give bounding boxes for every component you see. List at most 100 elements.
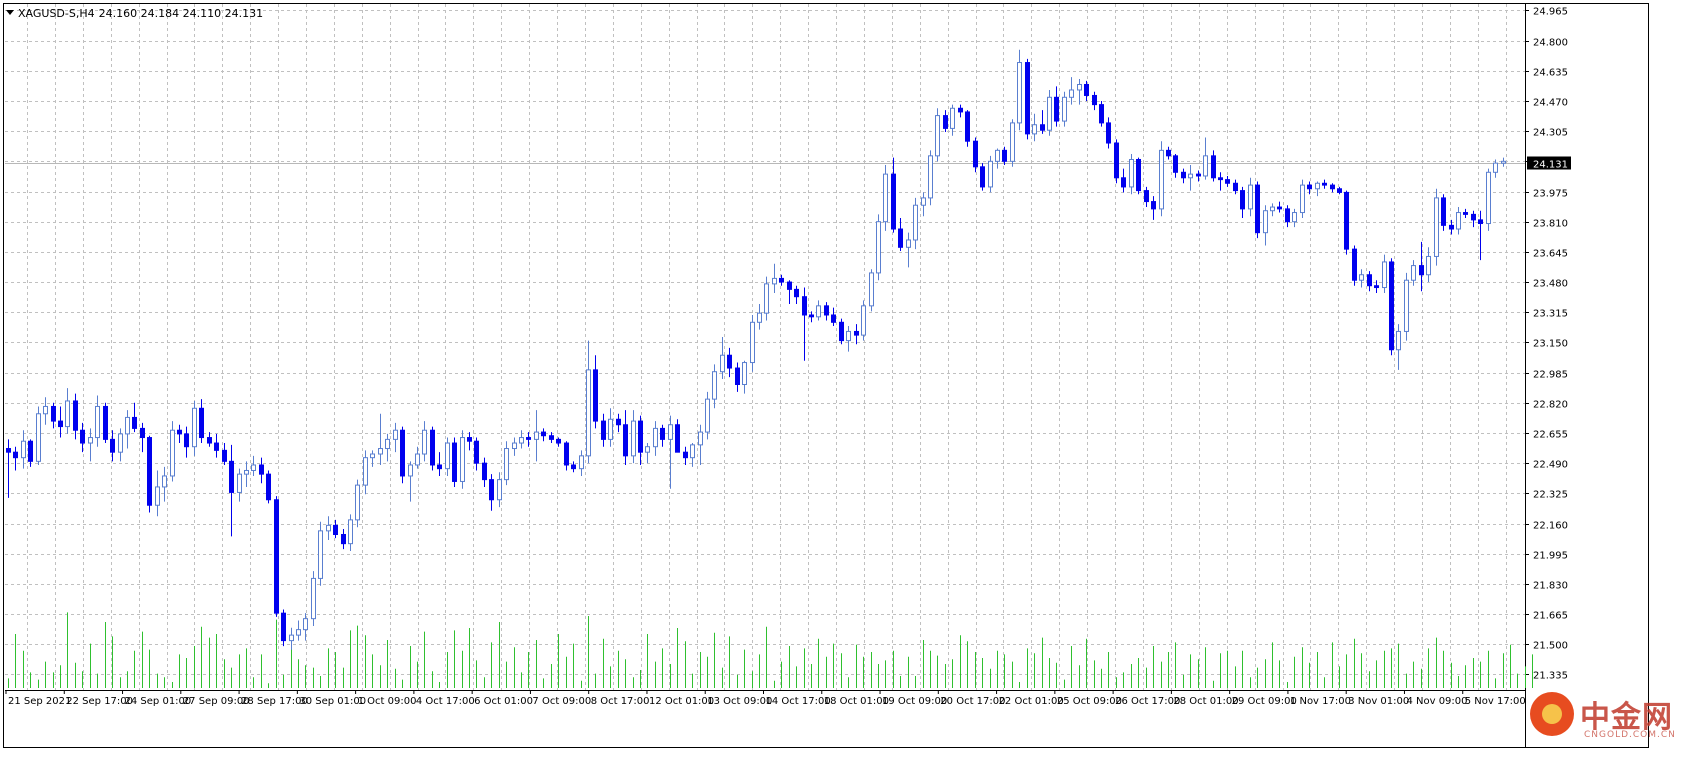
candle-body <box>266 473 271 501</box>
y-tick-label: 24.305 <box>1533 128 1568 139</box>
chart-header: XAGUSD-S,H4 24.160 24.184 24.110 24.131 <box>6 7 263 20</box>
x-tick-label: 24 Sep 01:00 <box>125 696 192 707</box>
candle-body <box>1486 171 1491 225</box>
x-tick-label: 1 Oct 09:00 <box>358 696 417 707</box>
candle-body <box>698 431 703 446</box>
y-tick-label: 21.830 <box>1533 581 1568 592</box>
candle-body <box>474 440 479 464</box>
candle-body <box>1025 62 1030 135</box>
candle-body <box>1426 255 1431 276</box>
candle-body <box>1277 206 1282 210</box>
x-tick-label: 13 Oct 09:00 <box>707 696 772 707</box>
y-tick-label: 21.995 <box>1533 551 1568 562</box>
candle-body <box>824 305 829 316</box>
candle-body <box>437 464 442 470</box>
x-tick-label: 3 Nov 01:00 <box>1348 696 1409 707</box>
candle-body <box>1501 160 1506 164</box>
y-tick-label: 23.645 <box>1533 249 1568 260</box>
candle-body <box>1270 206 1275 212</box>
candle-body <box>207 437 212 444</box>
candle-body <box>1248 184 1253 210</box>
candle-body <box>1478 219 1483 225</box>
candle-body <box>1419 265 1424 276</box>
candle-body <box>1300 184 1305 214</box>
candle-body <box>244 469 249 475</box>
x-tick-label: 19 Oct 09:00 <box>882 696 947 707</box>
candle-body <box>1396 330 1401 351</box>
y-tick-label: 22.490 <box>1533 460 1568 471</box>
chart-canvas[interactable]: 24.96524.80024.63524.47024.30524.14023.9… <box>0 0 1685 766</box>
y-tick-label: 23.480 <box>1533 279 1568 290</box>
candle-body <box>1352 248 1357 281</box>
x-tick-label: 27 Sep 09:00 <box>183 696 250 707</box>
y-tick-label: 22.160 <box>1533 521 1568 532</box>
candle-body <box>683 451 688 459</box>
candle-body <box>296 629 301 636</box>
candle-body <box>787 281 792 290</box>
x-tick-label: 21 Sep 2021 <box>8 696 71 707</box>
candle-body <box>526 437 531 440</box>
x-tick-label: 22 Oct 01:00 <box>999 696 1064 707</box>
candle-body <box>36 413 41 462</box>
candle-body <box>95 405 100 439</box>
x-tick-label: 4 Oct 17:00 <box>416 696 475 707</box>
candle-body <box>1121 177 1126 188</box>
candle-body <box>192 407 197 448</box>
candle-body <box>1263 210 1268 234</box>
x-tick-label: 18 Oct 01:00 <box>824 696 889 707</box>
y-tick-label: 24.800 <box>1533 38 1568 49</box>
candle-body <box>1106 122 1111 144</box>
candle-body <box>593 369 598 422</box>
candle-body <box>883 173 888 223</box>
candle-body <box>1047 96 1052 131</box>
candle-body <box>1099 104 1104 124</box>
candle-body <box>556 438 561 444</box>
candle-body <box>311 577 316 620</box>
x-tick-label: 6 Oct 01:00 <box>474 696 533 707</box>
candle-body <box>735 367 740 386</box>
x-tick-label: 29 Oct 09:00 <box>1232 696 1297 707</box>
x-tick-label: 22 Sep 17:00 <box>66 696 133 707</box>
candle-body <box>608 418 613 440</box>
candle-body <box>1062 96 1067 122</box>
candle-body <box>21 440 26 459</box>
candle-body <box>318 530 323 579</box>
candle-body <box>348 519 353 545</box>
candle-body <box>973 140 978 168</box>
candle-body <box>43 405 48 415</box>
candle-body <box>132 416 137 429</box>
candle-body <box>1069 89 1074 98</box>
candle-body <box>430 429 435 466</box>
candle-body <box>400 429 405 477</box>
candle-body <box>549 435 554 440</box>
candle-body <box>1240 190 1245 210</box>
x-tick-label: 8 Oct 17:00 <box>591 696 650 707</box>
candle-body <box>534 431 539 440</box>
candle-body <box>1159 149 1164 210</box>
candle-body <box>779 277 784 283</box>
candle-body <box>750 321 755 364</box>
candle-body <box>757 312 762 323</box>
chart-window[interactable]: 24.96524.80024.63524.47024.30524.14023.9… <box>0 0 1685 766</box>
y-tick-label: 21.665 <box>1533 611 1568 622</box>
candle-body <box>995 149 1000 162</box>
candle-body <box>1359 274 1364 281</box>
candle-body <box>794 288 799 298</box>
x-tick-label: 5 Nov 17:00 <box>1465 696 1526 707</box>
candle-body <box>393 429 398 440</box>
x-tick-label: 14 Oct 17:00 <box>766 696 831 707</box>
candle-body <box>913 204 918 241</box>
candle-body <box>1002 149 1007 162</box>
candle-body <box>162 475 167 488</box>
candle-body <box>564 442 569 466</box>
x-tick-label: 20 Oct 17:00 <box>940 696 1005 707</box>
candle-body <box>631 420 636 457</box>
symbol-label: XAGUSD-S,H4 <box>18 7 95 20</box>
candle-body <box>370 453 375 459</box>
candle-body <box>1218 177 1223 181</box>
candle-body <box>1151 201 1156 210</box>
candle-body <box>259 464 264 475</box>
candle-body <box>460 437 465 482</box>
candle-body <box>1211 155 1216 179</box>
triangle-down-icon[interactable] <box>6 10 14 15</box>
